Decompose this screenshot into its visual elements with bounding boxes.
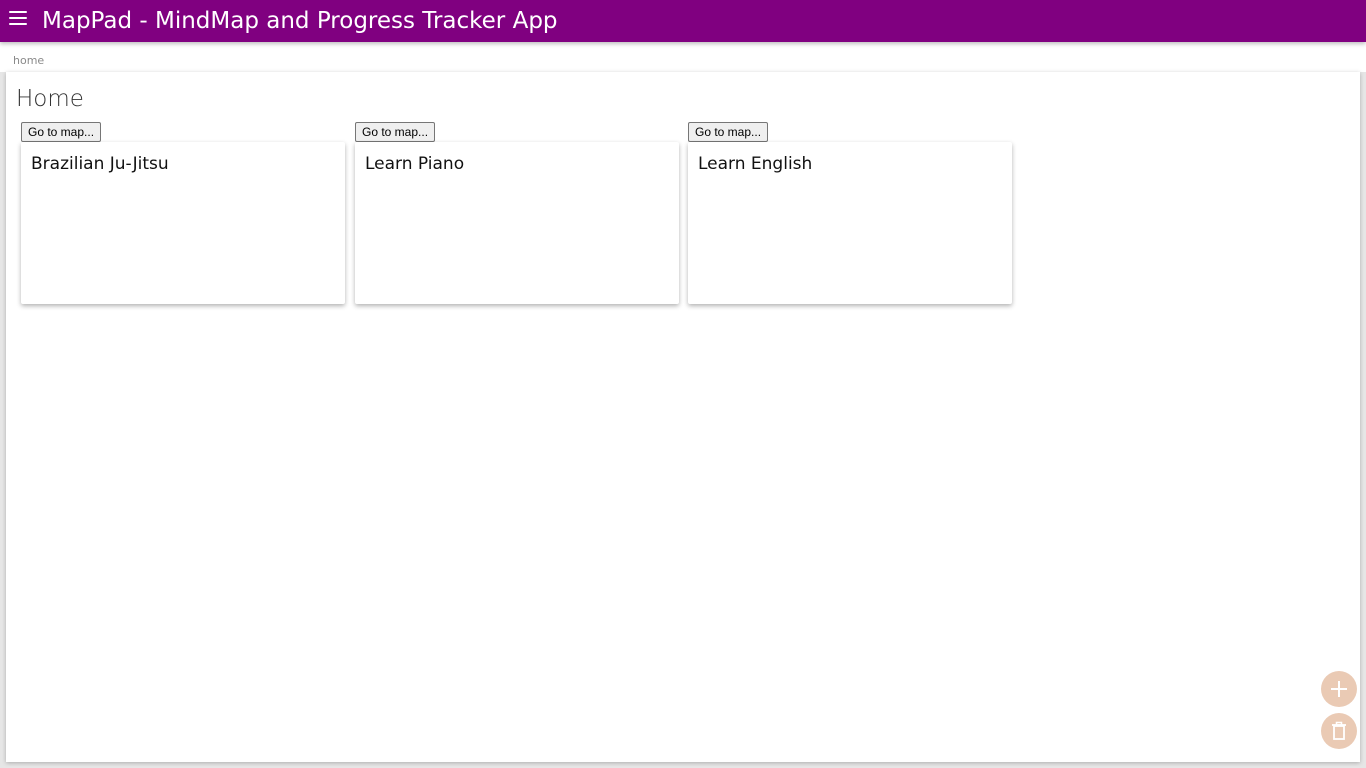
trash-icon xyxy=(1332,721,1346,740)
go-to-map-button[interactable]: Go to map... xyxy=(21,122,102,142)
delete-map-button[interactable] xyxy=(1321,713,1357,749)
go-to-map-button[interactable]: Go to map... xyxy=(688,122,769,142)
app-title: MapPad - MindMap and Progress Tracker Ap… xyxy=(42,8,558,34)
page-title: Home xyxy=(16,86,84,112)
app-bar: MapPad - MindMap and Progress Tracker Ap… xyxy=(0,0,1366,42)
map-card-title: Learn English xyxy=(698,154,813,174)
hamburger-menu-icon[interactable] xyxy=(9,11,27,25)
map-item: Go to map... Learn English xyxy=(688,122,1012,304)
breadcrumb-bar: home xyxy=(0,42,1366,72)
add-map-button[interactable] xyxy=(1321,671,1357,707)
breadcrumb[interactable]: home xyxy=(13,54,44,67)
main-panel: Home Go to map... Brazilian Ju-Jitsu Go … xyxy=(6,72,1360,762)
map-item: Go to map... Brazilian Ju-Jitsu xyxy=(21,122,345,304)
map-card[interactable]: Learn English xyxy=(688,142,1012,304)
map-card[interactable]: Learn Piano xyxy=(355,142,679,304)
plus-icon xyxy=(1331,681,1347,697)
map-card[interactable]: Brazilian Ju-Jitsu xyxy=(21,142,345,304)
map-card-title: Brazilian Ju-Jitsu xyxy=(31,154,169,174)
map-item: Go to map... Learn Piano xyxy=(355,122,679,304)
go-to-map-button[interactable]: Go to map... xyxy=(355,122,436,142)
map-card-title: Learn Piano xyxy=(365,154,465,174)
